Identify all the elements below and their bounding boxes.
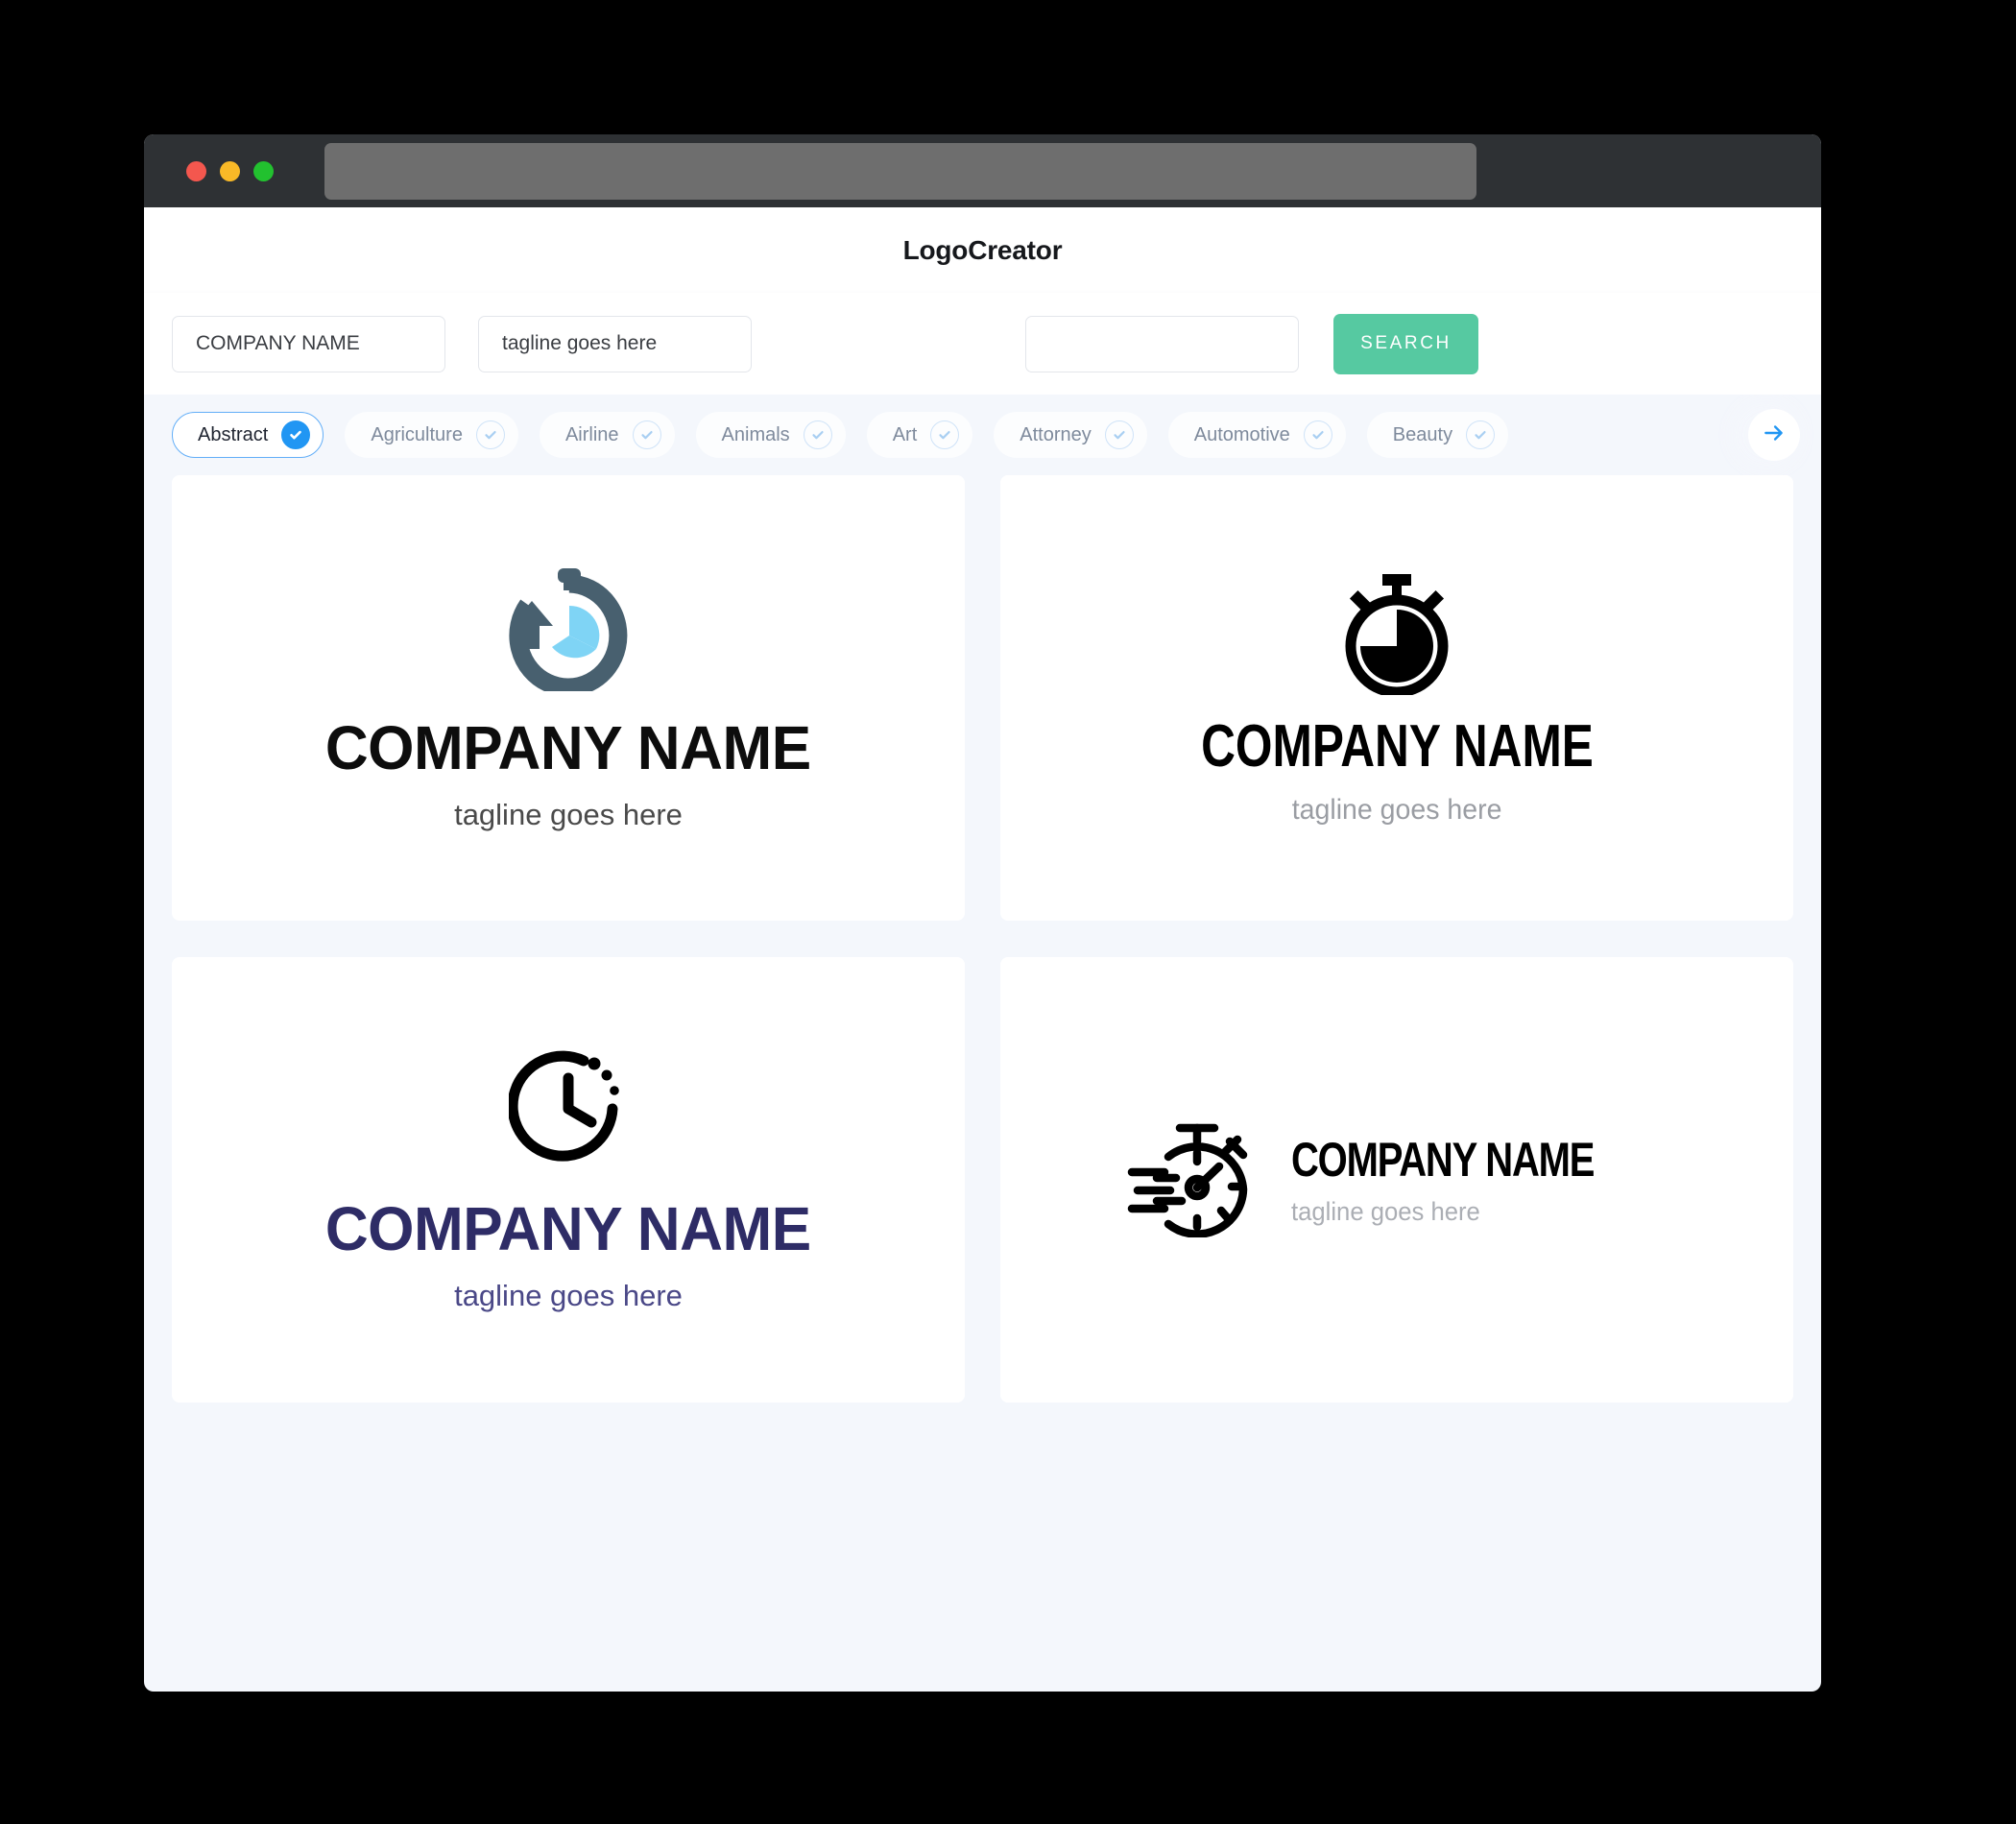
- category-filter-bar: Abstract Agriculture Airline Animals Art: [144, 395, 1821, 475]
- arrow-right-icon: [1762, 420, 1787, 450]
- stopwatch-solid-icon: [1336, 572, 1457, 700]
- app-header: LogoCreator: [144, 207, 1821, 293]
- check-icon: [281, 420, 311, 449]
- stopwatch-speed-icon: [1124, 1118, 1259, 1242]
- logo-company-name: COMPANY NAME: [1290, 1132, 1595, 1187]
- category-chip-label: Airline: [564, 423, 619, 445]
- categories-next-button[interactable]: [1748, 409, 1800, 461]
- minimize-button[interactable]: [220, 160, 240, 181]
- check-icon: [1466, 420, 1496, 449]
- check-icon: [1303, 420, 1332, 449]
- logo-company-name: COMPANY NAME: [1200, 712, 1594, 780]
- check-icon: [803, 420, 832, 449]
- category-chip-label: Art: [892, 423, 918, 445]
- clock-dots-icon: [507, 1049, 628, 1171]
- search-button[interactable]: SEARCH: [1333, 313, 1478, 374]
- check-icon: [930, 420, 960, 449]
- category-chip-automotive[interactable]: Automotive: [1167, 412, 1346, 458]
- category-chip-abstract[interactable]: Abstract: [172, 412, 324, 458]
- logo-tagline: tagline goes here: [1291, 793, 1502, 826]
- tagline-input[interactable]: tagline goes here: [478, 315, 752, 372]
- check-icon: [475, 420, 505, 449]
- category-chip-art[interactable]: Art: [866, 412, 973, 458]
- category-chip-attorney[interactable]: Attorney: [994, 412, 1147, 458]
- stopwatch-arrow-icon: [503, 566, 634, 697]
- url-bar[interactable]: [324, 142, 1476, 200]
- extra-keyword-input[interactable]: [1025, 315, 1299, 372]
- category-chip-beauty[interactable]: Beauty: [1366, 412, 1509, 458]
- logo-card[interactable]: COMPANY NAME tagline goes here: [172, 475, 965, 921]
- maximize-button[interactable]: [253, 160, 274, 181]
- category-chip-animals[interactable]: Animals: [695, 412, 846, 458]
- category-chip-label: Agriculture: [371, 423, 463, 445]
- browser-window: LogoCreator COMPANY NAME tagline goes he…: [144, 134, 1821, 1692]
- category-chip-label: Attorney: [1020, 423, 1092, 445]
- logo-tagline: tagline goes here: [454, 798, 683, 831]
- check-icon: [632, 420, 661, 449]
- search-bar: COMPANY NAME tagline goes here SEARCH: [144, 293, 1821, 395]
- logo-company-name: COMPANY NAME: [325, 713, 811, 782]
- category-chip-label: Automotive: [1193, 423, 1290, 445]
- tagline-value: tagline goes here: [502, 332, 658, 354]
- company-name-value: COMPANY NAME: [196, 332, 360, 354]
- category-chip-label: Animals: [721, 423, 790, 445]
- logo-results-grid: COMPANY NAME tagline goes here COMPANY N…: [144, 475, 1821, 1434]
- logo-card[interactable]: COMPANY NAME tagline goes here: [172, 957, 965, 1403]
- category-chip-agriculture[interactable]: Agriculture: [345, 412, 518, 458]
- close-button[interactable]: [186, 160, 206, 181]
- logo-tagline: tagline goes here: [454, 1279, 683, 1312]
- traffic-lights: [186, 160, 274, 181]
- browser-titlebar: [144, 134, 1821, 207]
- logo-card[interactable]: COMPANY NAME tagline goes here: [1000, 957, 1793, 1403]
- logo-tagline: tagline goes here: [1290, 1196, 1480, 1226]
- check-icon: [1104, 420, 1134, 449]
- category-chip-label: Beauty: [1392, 423, 1453, 445]
- logo-card[interactable]: COMPANY NAME tagline goes here: [1000, 475, 1793, 921]
- category-chip-label: Abstract: [198, 423, 269, 445]
- company-name-input[interactable]: COMPANY NAME: [172, 315, 445, 372]
- category-chip-airline[interactable]: Airline: [539, 412, 675, 458]
- logo-company-name: COMPANY NAME: [325, 1194, 811, 1263]
- page-title: LogoCreator: [902, 234, 1063, 265]
